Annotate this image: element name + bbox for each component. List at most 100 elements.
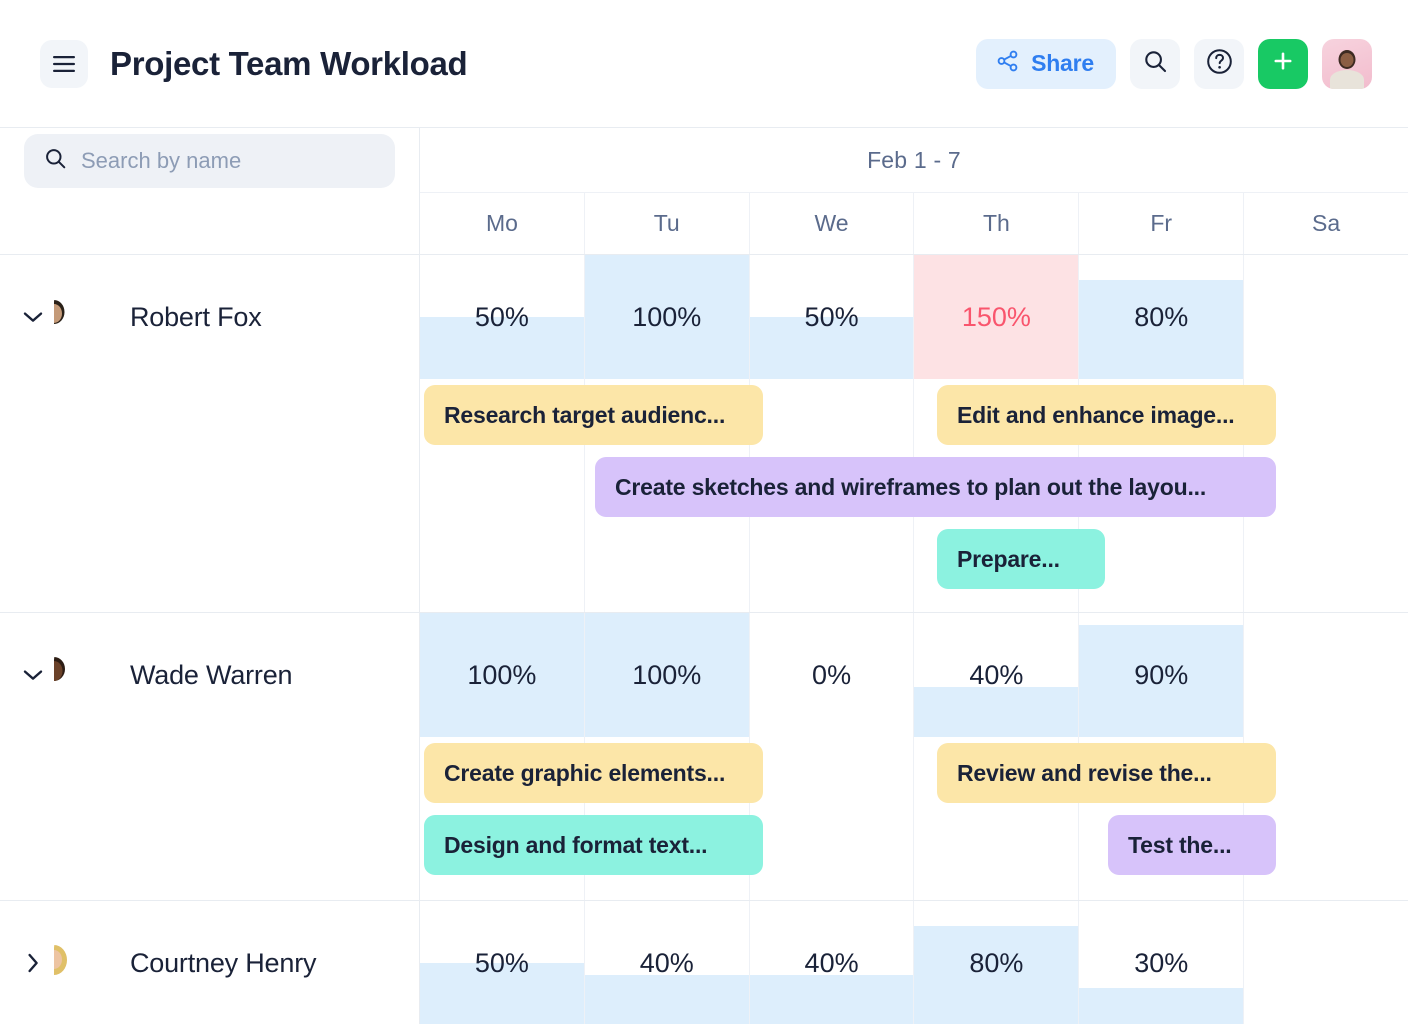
person-name: Wade Warren (130, 660, 292, 691)
page-title: Project Team Workload (110, 45, 467, 83)
question-circle-icon (1206, 48, 1233, 80)
task-bar[interactable]: Review and revise the... (937, 743, 1276, 803)
allocation-value: 90% (1134, 660, 1188, 691)
day-header-row: Mo Tu We Th Fr Sa (420, 193, 1408, 255)
allocation-value: 150% (962, 302, 1031, 333)
allocation-cell-mo[interactable]: 100% (420, 613, 584, 737)
allocation-value: 100% (632, 302, 701, 333)
day-header-tu[interactable]: Tu (584, 193, 749, 254)
people-column: Robert Fox (0, 128, 420, 1024)
task-bar[interactable]: Test the... (1108, 815, 1276, 875)
avatar (54, 647, 110, 703)
allocation-cell-sa[interactable] (1243, 255, 1408, 379)
task-bar[interactable]: Create graphic elements... (424, 743, 763, 803)
allocation-cell-fr[interactable]: 30% (1078, 901, 1243, 1024)
allocation-value: 50% (805, 302, 859, 333)
allocation-value: 40% (969, 660, 1023, 691)
timeline-person-row: 50% 40% 40% 80% 30% (420, 901, 1408, 1024)
timeline-person-row: 50% 100% 50% 150% 80% Research target audien… (420, 255, 1408, 613)
person-row: Courtney Henry (0, 901, 419, 1024)
allocation-value: 40% (805, 948, 859, 979)
person-row: Robert Fox (0, 255, 419, 613)
person-header-courtney-henry[interactable]: Courtney Henry (0, 901, 419, 1024)
allocation-cell-tu[interactable]: 100% (584, 613, 749, 737)
allocation-strip: 50% 100% 50% 150% 80% (420, 255, 1408, 379)
search-row (0, 128, 419, 193)
allocation-cell-fr[interactable]: 80% (1078, 255, 1243, 379)
allocation-cell-we[interactable]: 40% (749, 901, 914, 1024)
task-bar[interactable]: Create sketches and wireframes to plan o… (595, 457, 1276, 517)
allocation-value: 100% (467, 660, 536, 691)
person-name: Robert Fox (130, 302, 262, 333)
people-rows: Robert Fox (0, 255, 419, 1024)
allocation-value: 30% (1134, 948, 1188, 979)
allocation-cell-th[interactable]: 150% (913, 255, 1078, 379)
task-bar[interactable]: Research target audienc... (424, 385, 763, 445)
timeline-range-header: Feb 1 - 7 (420, 128, 1408, 193)
day-header-sa[interactable]: Sa (1243, 193, 1408, 254)
header-actions: Share (976, 39, 1372, 89)
task-bar[interactable]: Design and format text... (424, 815, 763, 875)
timeline-column: Feb 1 - 7 Mo Tu We Th Fr Sa 50% 100% 50% 15… (420, 128, 1408, 1024)
allocation-fill (750, 975, 914, 1024)
allocation-cell-mo[interactable]: 50% (420, 901, 584, 1024)
date-range-label: Feb 1 - 7 (867, 147, 961, 174)
allocation-cell-tu[interactable]: 100% (584, 255, 749, 379)
search-button[interactable] (1130, 39, 1180, 89)
add-button[interactable] (1258, 39, 1308, 89)
avatar (54, 935, 110, 991)
search-icon (44, 147, 67, 175)
allocation-value: 40% (640, 948, 694, 979)
allocation-cell-fr[interactable]: 90% (1078, 613, 1243, 737)
share-nodes-icon (996, 49, 1020, 78)
allocation-fill (914, 687, 1078, 737)
help-button[interactable] (1194, 39, 1244, 89)
avatar (54, 289, 110, 345)
people-column-header-spacer (0, 193, 419, 255)
allocation-value: 80% (969, 948, 1023, 979)
day-header-th[interactable]: Th (913, 193, 1078, 254)
app-header: Project Team Workload Share (0, 0, 1408, 128)
day-header-we[interactable]: We (749, 193, 914, 254)
day-header-mo[interactable]: Mo (420, 193, 584, 254)
allocation-cell-sa[interactable] (1243, 901, 1408, 1024)
allocation-value: 100% (632, 660, 701, 691)
task-bar[interactable]: Edit and enhance image... (937, 385, 1276, 445)
day-header-fr[interactable]: Fr (1078, 193, 1243, 254)
task-area: Create graphic elements... Review and re… (420, 737, 1408, 900)
task-lane: Design and format text... Test the... (420, 809, 1408, 881)
search-icon (1143, 49, 1168, 79)
chevron-down-icon[interactable] (18, 311, 48, 323)
share-button[interactable]: Share (976, 39, 1116, 89)
search-input[interactable] (81, 148, 375, 174)
task-lane: Create sketches and wireframes to plan o… (420, 451, 1408, 523)
allocation-cell-th[interactable]: 80% (913, 901, 1078, 1024)
user-avatar[interactable] (1322, 39, 1372, 89)
timeline-rows: 50% 100% 50% 150% 80% Research target audien… (420, 255, 1408, 1024)
timeline-person-row: 100% 100% 0% 40% 90% Create graphic elements… (420, 613, 1408, 901)
allocation-cell-mo[interactable]: 50% (420, 255, 584, 379)
allocation-cell-sa[interactable] (1243, 613, 1408, 737)
avatar-image (1322, 39, 1372, 89)
plus-icon (1271, 49, 1295, 78)
allocation-strip: 50% 40% 40% 80% 30% (420, 901, 1408, 1024)
workload-body: Robert Fox (0, 128, 1408, 1024)
chevron-right-icon[interactable] (18, 953, 48, 973)
person-name: Courtney Henry (130, 948, 316, 979)
allocation-cell-th[interactable]: 40% (913, 613, 1078, 737)
allocation-fill (1079, 988, 1243, 1024)
hamburger-menu-button[interactable] (40, 40, 88, 88)
allocation-cell-tu[interactable]: 40% (584, 901, 749, 1024)
allocation-cell-we[interactable]: 50% (749, 255, 914, 379)
workload-app: Project Team Workload Share (0, 0, 1408, 1024)
person-header-wade-warren[interactable]: Wade Warren (0, 613, 419, 737)
search-name-box[interactable] (24, 134, 395, 188)
allocation-strip: 100% 100% 0% 40% 90% (420, 613, 1408, 737)
allocation-fill (585, 975, 749, 1024)
allocation-cell-we[interactable]: 0% (749, 613, 914, 737)
task-bar[interactable]: Prepare... (937, 529, 1105, 589)
allocation-value: 80% (1134, 302, 1188, 333)
chevron-down-icon[interactable] (18, 669, 48, 681)
allocation-value: 0% (812, 660, 851, 691)
person-header-robert-fox[interactable]: Robert Fox (0, 255, 419, 379)
